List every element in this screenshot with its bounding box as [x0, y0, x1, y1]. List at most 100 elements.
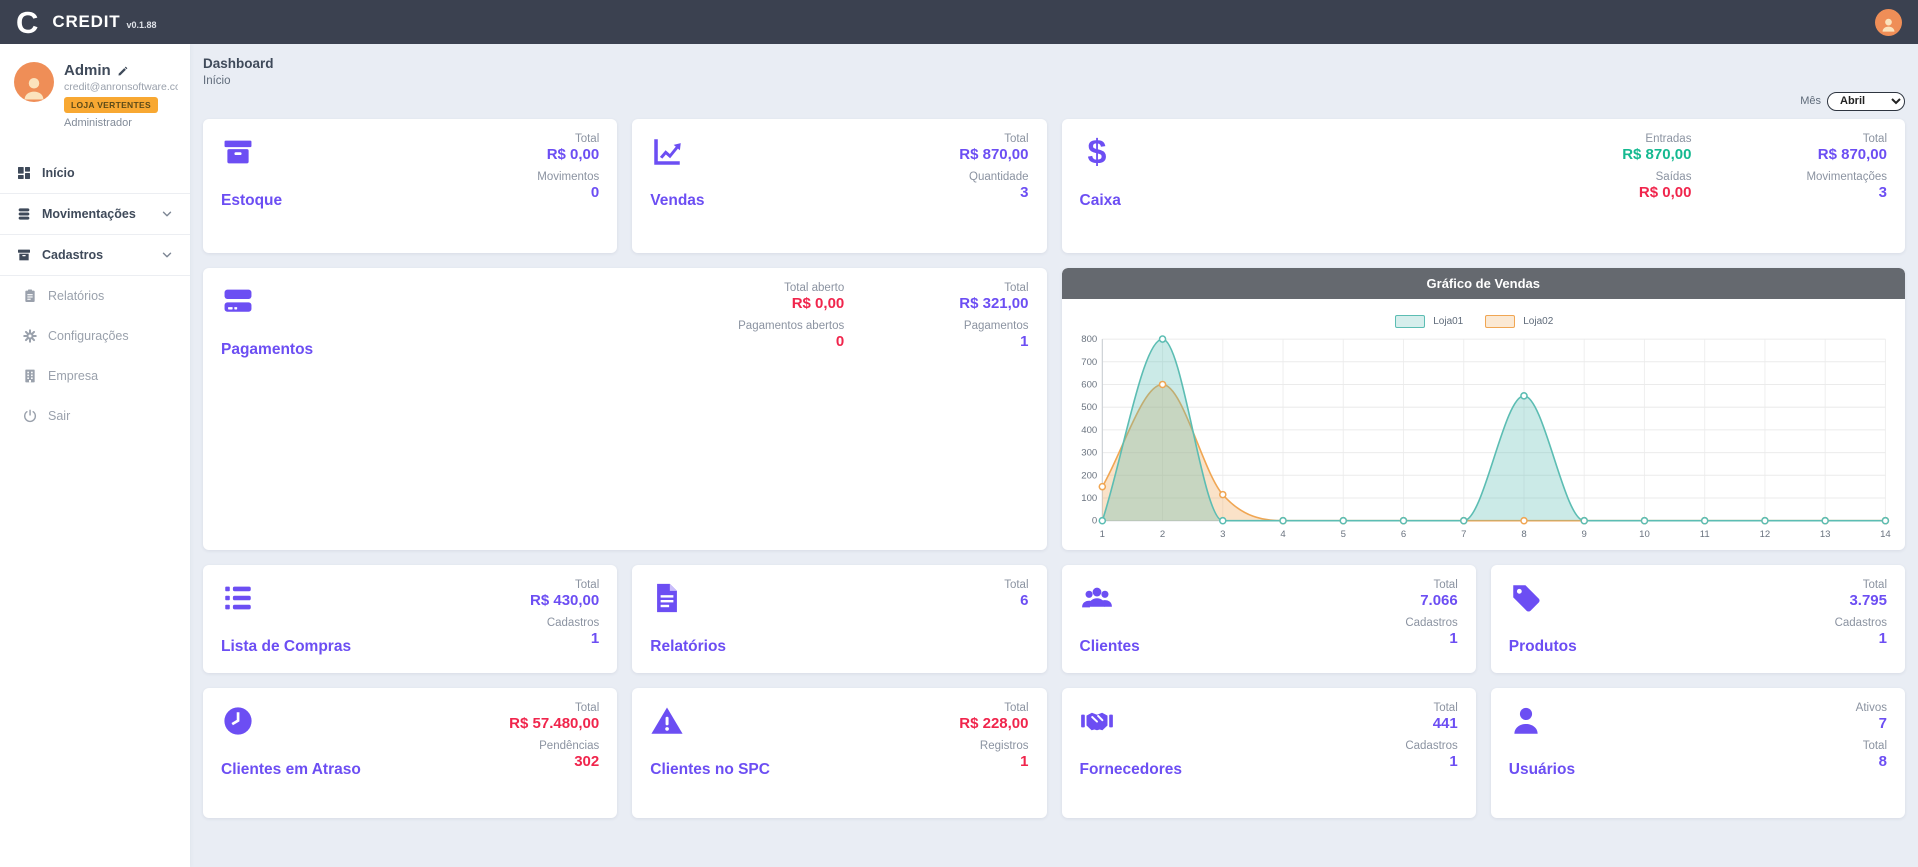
person-icon	[19, 72, 49, 102]
chart-line-icon	[650, 135, 684, 169]
app-version: v0.1.88	[126, 20, 156, 30]
sidebar-item-inicio[interactable]: Início	[0, 153, 190, 193]
stat-value: 0	[738, 333, 844, 350]
card-title[interactable]: Produtos	[1509, 638, 1887, 656]
stat-label: Total	[509, 702, 599, 714]
stat-label: Total	[1856, 740, 1887, 752]
stat-value: 1	[530, 630, 599, 647]
user-avatar-button[interactable]	[1875, 9, 1902, 36]
stat-value: 1	[1835, 630, 1887, 647]
breadcrumb: Início	[203, 75, 1905, 87]
chart-title: Gráfico de Vendas	[1062, 268, 1906, 299]
svg-text:12: 12	[1759, 529, 1770, 540]
svg-text:200: 200	[1081, 470, 1097, 481]
warning-icon	[650, 704, 684, 738]
sidebar-item-empresa[interactable]: Empresa	[0, 356, 190, 396]
card-caixa[interactable]: $ Caixa EntradasR$ 870,00 SaídasR$ 0,00 …	[1062, 119, 1906, 253]
stat-label: Total	[959, 133, 1028, 145]
stat-label: Ativos	[1856, 702, 1887, 714]
sidebar-item-relatorios[interactable]: Relatórios	[0, 276, 190, 316]
power-icon	[22, 408, 38, 424]
stat-label: Total aberto	[738, 282, 844, 294]
stat-value: 6	[1004, 592, 1028, 609]
legend-swatch-loja02	[1485, 315, 1515, 328]
gear-icon	[22, 328, 38, 344]
card-title[interactable]: Relatórios	[650, 638, 1028, 656]
brand-name: CREDIT	[52, 12, 120, 32]
card-lista-de-compras[interactable]: Lista de Compras TotalR$ 430,00 Cadastro…	[203, 565, 617, 673]
stat-value: 7.066	[1405, 592, 1457, 609]
card-fornecedores[interactable]: Fornecedores Total441 Cadastros1	[1062, 688, 1476, 818]
sidebar-item-label: Configurações	[48, 329, 129, 343]
card-usuarios[interactable]: Usuários Ativos7 Total8	[1491, 688, 1905, 818]
stat-value: R$ 228,00	[959, 715, 1028, 732]
card-clientes-no-spc[interactable]: Clientes no SPC TotalR$ 228,00 Registros…	[632, 688, 1046, 818]
stat-value: 8	[1856, 753, 1887, 770]
user-email: credit@anronsoftware.co...	[64, 81, 178, 93]
list-icon	[221, 581, 255, 615]
grid-icon	[16, 165, 32, 181]
card-title[interactable]: Fornecedores	[1080, 761, 1458, 779]
stat-value: 1	[1405, 753, 1457, 770]
card-clientes[interactable]: Clientes Total7.066 Cadastros1	[1062, 565, 1476, 673]
users-icon	[1080, 581, 1114, 615]
sidebar-item-cadastros[interactable]: Cadastros	[0, 234, 190, 276]
tag-icon	[1509, 581, 1543, 615]
stat-label: Cadastros	[1405, 617, 1457, 629]
avatar[interactable]	[14, 62, 54, 102]
stat-value: 1	[1405, 630, 1457, 647]
month-select[interactable]: Abril	[1827, 92, 1905, 111]
card-title[interactable]: Usuários	[1509, 761, 1887, 779]
sidebar-item-label: Cadastros	[42, 248, 103, 262]
card-estoque[interactable]: Estoque TotalR$ 0,00 Movimentos0	[203, 119, 617, 253]
stat-value: 0	[537, 184, 599, 201]
stat-value: 441	[1405, 715, 1457, 732]
stat-value: R$ 0,00	[738, 295, 844, 312]
svg-text:8: 8	[1521, 529, 1526, 540]
svg-text:0: 0	[1091, 516, 1096, 527]
stat-label: Total	[959, 282, 1028, 294]
sidebar-item-configuracoes[interactable]: Configurações	[0, 316, 190, 356]
chart-legend[interactable]: Loja01 Loja02	[1068, 311, 1896, 331]
sidebar-item-label: Início	[42, 166, 75, 180]
svg-text:4: 4	[1280, 529, 1286, 540]
stat-label: Total	[1405, 702, 1457, 714]
card-pagamentos[interactable]: Pagamentos Total abertoR$ 0,00 Pagamento…	[203, 268, 1047, 550]
stat-value: R$ 870,00	[959, 146, 1028, 163]
user-icon	[1509, 704, 1543, 738]
sidebar-item-movimentacoes[interactable]: Movimentações	[0, 193, 190, 234]
sales-chart-card: Gráfico de Vendas Loja01 Loja02 0 100 200 3…	[1062, 268, 1906, 550]
handshake-icon	[1080, 704, 1114, 738]
card-clientes-em-atraso[interactable]: Clientes em Atraso TotalR$ 57.480,00 Pen…	[203, 688, 617, 818]
card-title[interactable]: Clientes	[1080, 638, 1458, 656]
page-title: Dashboard	[203, 56, 1905, 71]
stat-label: Registros	[959, 740, 1028, 752]
stat-value: 302	[509, 753, 599, 770]
stat-value: R$ 0,00	[1622, 184, 1691, 201]
svg-text:700: 700	[1081, 357, 1097, 368]
card-vendas[interactable]: Vendas TotalR$ 870,00 Quantidade3	[632, 119, 1046, 253]
legend-label: Loja01	[1433, 316, 1463, 327]
svg-text:100: 100	[1081, 493, 1097, 504]
dashboard-grid: Estoque TotalR$ 0,00 Movimentos0 Vendas …	[203, 119, 1905, 818]
svg-text:$: $	[1087, 135, 1106, 169]
card-relatorios[interactable]: Relatórios Total6	[632, 565, 1046, 673]
svg-text:300: 300	[1081, 448, 1097, 459]
sidebar-item-sair[interactable]: Sair	[0, 396, 190, 436]
dollar-icon: $	[1080, 135, 1114, 169]
edit-profile-icon[interactable]	[117, 65, 129, 77]
stat-label: Total	[959, 702, 1028, 714]
svg-text:13: 13	[1819, 529, 1830, 540]
card-produtos[interactable]: Produtos Total3.795 Cadastros1	[1491, 565, 1905, 673]
month-label: Mês	[1800, 95, 1821, 107]
archive-icon	[16, 247, 32, 263]
stat-value: 1	[959, 333, 1028, 350]
stat-value: R$ 321,00	[959, 295, 1028, 312]
chevron-down-icon	[160, 248, 174, 262]
stat-label: Pagamentos abertos	[738, 320, 844, 332]
stat-value: R$ 0,00	[537, 146, 599, 163]
svg-text:14: 14	[1880, 529, 1891, 540]
stat-label: Total	[1806, 133, 1887, 145]
stat-label: Pendências	[509, 740, 599, 752]
top-bar: C CREDIT v0.1.88	[0, 0, 1918, 44]
